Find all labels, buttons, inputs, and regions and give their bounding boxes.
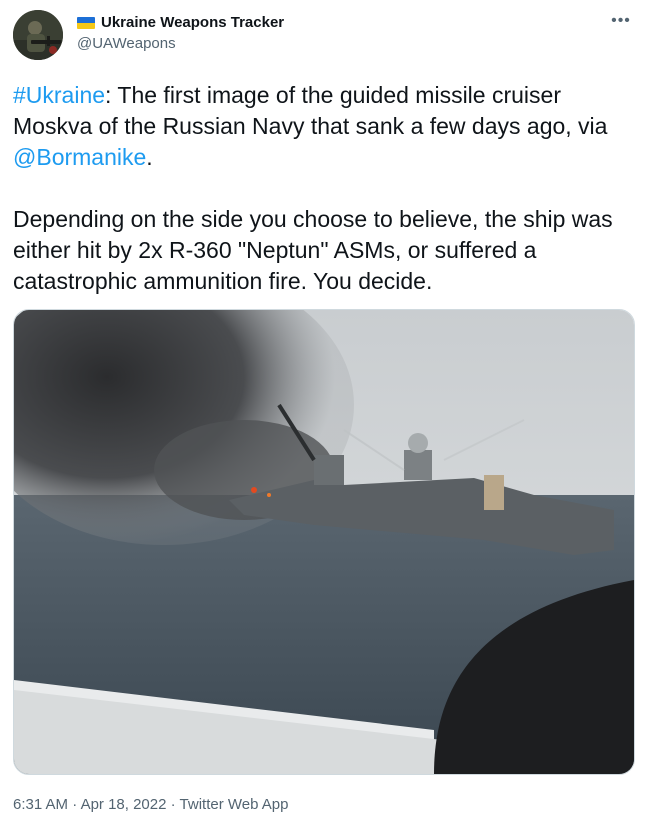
- tweet-photo[interactable]: [13, 309, 635, 775]
- tweet-header: Ukraine Weapons Tracker @UAWeapons •••: [13, 10, 635, 62]
- tweet-text-end: .: [146, 144, 153, 170]
- ship-photo-illustration: [14, 310, 634, 774]
- tweet-paragraph-1: #Ukraine: The first image of the guided …: [13, 80, 628, 173]
- mention-link[interactable]: @Bormanike: [13, 144, 146, 170]
- avatar[interactable]: [13, 10, 63, 60]
- separator: ·: [68, 796, 81, 813]
- tweet-date[interactable]: Apr 18, 2022: [81, 796, 167, 813]
- avatar-image: [13, 10, 63, 60]
- author-names: Ukraine Weapons Tracker @UAWeapons: [77, 13, 284, 54]
- tweet-paragraph-2: Depending on the side you choose to beli…: [13, 206, 613, 294]
- separator: ·: [166, 796, 180, 813]
- display-name[interactable]: Ukraine Weapons Tracker: [101, 13, 284, 33]
- tweet: Ukraine Weapons Tracker @UAWeapons ••• #…: [0, 0, 647, 821]
- tweet-source[interactable]: Twitter Web App: [180, 796, 289, 813]
- user-handle[interactable]: @UAWeapons: [77, 34, 284, 54]
- more-options-icon[interactable]: •••: [609, 12, 633, 32]
- ukraine-flag-icon: [77, 17, 95, 29]
- display-name-row: Ukraine Weapons Tracker: [77, 13, 284, 33]
- hashtag-link[interactable]: #Ukraine: [13, 82, 105, 108]
- tweet-text: #Ukraine: The first image of the guided …: [13, 80, 628, 297]
- tweet-metadata: 6:31 AM · Apr 18, 2022 · Twitter Web App: [13, 795, 288, 815]
- tweet-time[interactable]: 6:31 AM: [13, 796, 68, 813]
